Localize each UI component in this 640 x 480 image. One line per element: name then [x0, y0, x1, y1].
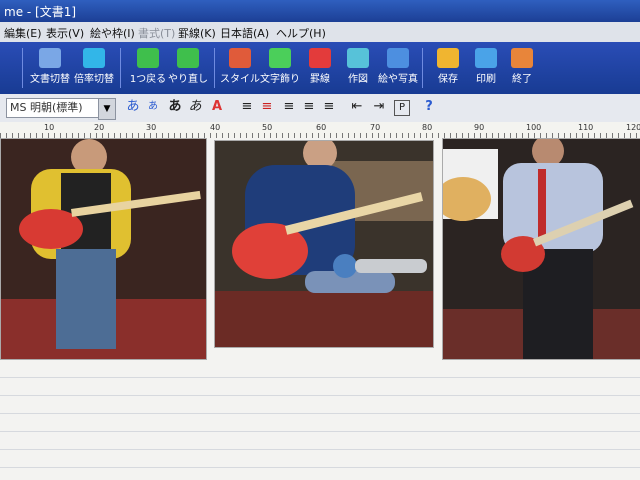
ruler-label: 40 — [210, 123, 221, 132]
line-spacing-down-icon[interactable]: ≡ — [258, 98, 276, 116]
drawing-icon — [347, 48, 369, 68]
ruler-label: 80 — [422, 123, 433, 132]
align-right-icon[interactable]: ≡ — [320, 98, 338, 116]
toolbar-separator — [120, 48, 121, 88]
menu-frames[interactable]: 絵や枠(I) — [90, 25, 135, 41]
menu-help[interactable]: ヘルプ(H) — [276, 25, 326, 41]
document-page[interactable] — [0, 138, 640, 480]
toolbar-label: 絵や写真 — [378, 74, 418, 85]
window-title: me - [文書1] — [4, 5, 77, 19]
menu-view[interactable]: 表示(V) — [46, 25, 84, 41]
ruler-label: 10 — [44, 123, 55, 132]
menu-bar: 編集(E) 表示(V) 絵や枠(I) 書式(T) 罫線(K) 日本語(A) ヘル… — [0, 22, 640, 43]
font-size-up-icon[interactable]: あ — [124, 98, 142, 116]
ruler-label: 90 — [474, 123, 485, 132]
inserted-photo-center[interactable] — [214, 140, 434, 348]
main-toolbar: 文書切替 倍率切替 1つ戻る やり直し スタイル 文字飾り 罫線 作図 絵や写真… — [0, 42, 640, 94]
picture-icon — [387, 48, 409, 68]
document-switch-icon — [39, 48, 61, 68]
title-bar: me - [文書1] — [0, 0, 640, 22]
inserted-photo-left[interactable] — [0, 138, 207, 360]
bold-icon[interactable]: あ — [166, 98, 184, 116]
ruler-label: 30 — [146, 123, 157, 132]
zoom-icon — [83, 48, 105, 68]
text-decoration-icon — [269, 48, 291, 68]
ruler-label: 120 — [626, 123, 640, 132]
menu-ruled-lines[interactable]: 罫線(K) — [178, 25, 216, 41]
exit-button[interactable]: 終了 — [498, 46, 546, 92]
menu-japanese[interactable]: 日本語(A) — [220, 25, 269, 41]
horizontal-ruler[interactable]: 10 20 30 40 50 60 70 80 90 100 110 120 — [0, 122, 640, 139]
ruler-label: 70 — [370, 123, 381, 132]
ruler-label: 60 — [316, 123, 327, 132]
ruler-label: 50 — [262, 123, 273, 132]
undo-arrow-icon — [137, 48, 159, 68]
toolbar-separator — [214, 48, 215, 88]
redo-arrow-icon — [177, 48, 199, 68]
ruler-label: 20 — [94, 123, 105, 132]
toolbar-label: やり直し — [168, 74, 208, 85]
text-area[interactable] — [0, 360, 640, 480]
indent-right-icon[interactable]: ⇥ — [370, 98, 388, 116]
photo-right-image — [443, 139, 640, 359]
photo-center-image — [215, 141, 433, 347]
ruler-label: 110 — [578, 123, 594, 132]
inserted-photo-right[interactable] — [442, 138, 640, 360]
toolbar-label: 倍率切替 — [74, 74, 114, 85]
font-color-icon[interactable]: A — [208, 98, 226, 116]
zoom-button[interactable]: 倍率切替 — [70, 46, 118, 92]
help-icon[interactable]: ? — [420, 98, 438, 116]
photo-left-image — [1, 139, 206, 359]
redo-button[interactable]: やり直し — [164, 46, 212, 92]
printer-icon — [475, 48, 497, 68]
align-left-icon[interactable]: ≡ — [280, 98, 298, 116]
font-size-down-icon[interactable]: あ — [144, 98, 162, 116]
exit-door-icon — [511, 48, 533, 68]
menu-format[interactable]: 書式(T) — [138, 25, 175, 41]
menu-edit[interactable]: 編集(E) — [4, 25, 42, 41]
font-select[interactable]: MS 明朝(標準) — [6, 98, 99, 118]
paragraph-mark-icon[interactable]: P — [394, 100, 410, 116]
ruled-lines-icon — [309, 48, 331, 68]
chevron-down-icon[interactable]: ▼ — [98, 98, 116, 120]
line-spacing-up-icon[interactable]: ≡ — [238, 98, 256, 116]
toolbar-separator — [22, 48, 23, 88]
indent-left-icon[interactable]: ⇤ — [348, 98, 366, 116]
align-center-icon[interactable]: ≡ — [300, 98, 318, 116]
save-folder-icon — [437, 48, 459, 68]
ruler-label: 100 — [526, 123, 542, 132]
picture-button[interactable]: 絵や写真 — [374, 46, 422, 92]
format-toolbar: MS 明朝(標準) ▼ あ あ あ あ A ≡ ≡ ≡ ≡ ≡ ⇤ ⇥ P ? — [0, 94, 640, 123]
toolbar-label: 終了 — [512, 74, 532, 85]
document-switch-button[interactable]: 文書切替 — [26, 46, 74, 92]
style-books-icon — [229, 48, 251, 68]
italic-icon[interactable]: あ — [186, 98, 204, 116]
toolbar-label: 文書切替 — [30, 74, 70, 85]
toolbar-separator — [422, 48, 423, 88]
